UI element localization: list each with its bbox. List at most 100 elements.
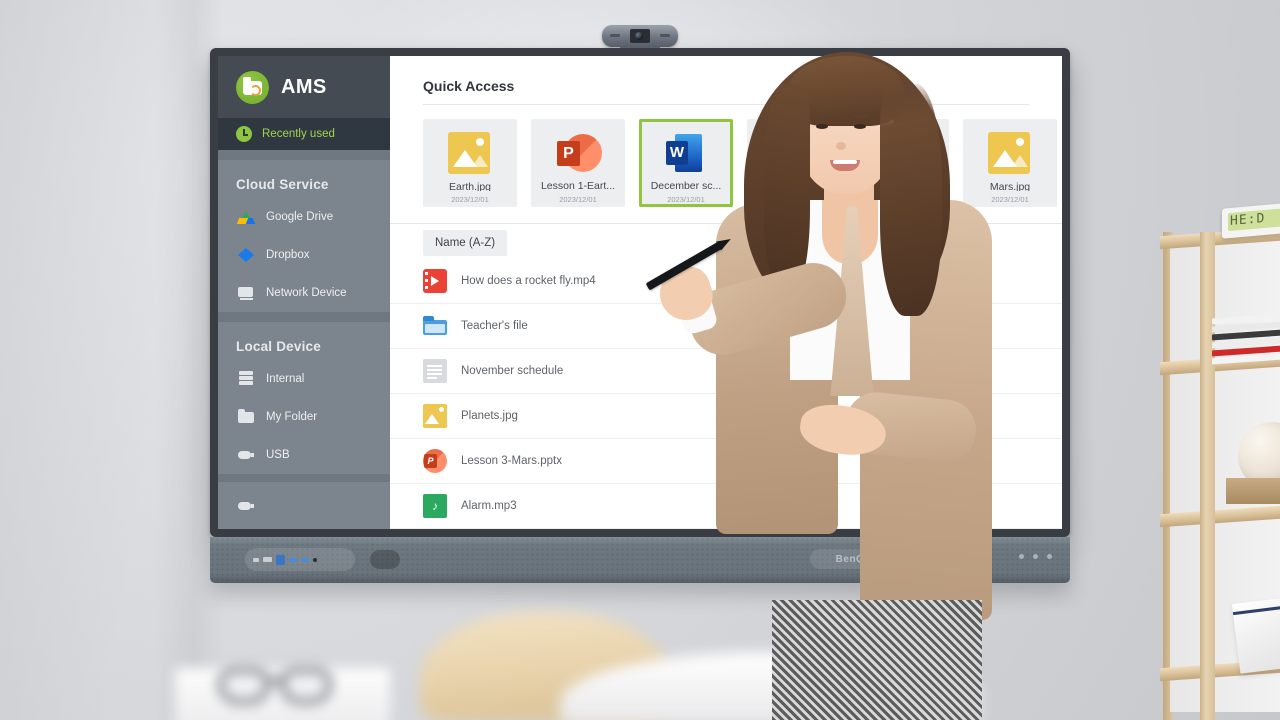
usb-b-port-icon [276, 554, 285, 565]
microphone-right-icon [660, 34, 670, 37]
hdmi-port-icon [263, 557, 272, 562]
tile-date: 2023/12/01 [451, 194, 489, 204]
brand-logo: BenQ [810, 549, 890, 569]
bookshelf: HE:D [1160, 203, 1280, 720]
usb-icon [238, 446, 255, 463]
display-soundbar-bezel: BenQ [210, 537, 1070, 583]
clock-icon [236, 126, 252, 143]
sidebar-item-label: USB [266, 448, 290, 461]
camera-lens-icon [630, 29, 650, 43]
table-row[interactable]: November schedule 8.2 KB [390, 349, 1062, 394]
file-name: November schedule [461, 364, 564, 377]
table-row[interactable]: P Lesson 3-Mars.pptx [390, 439, 1062, 484]
usb-port-icon [289, 557, 297, 562]
sidebar-item-usb[interactable]: USB [218, 436, 390, 474]
file-size: 23.6 KB [748, 499, 788, 512]
quick-access-tile[interactable]: Earth.jpg 2023/12/01 [423, 118, 517, 207]
sidebar-item-label: Network Device [266, 287, 347, 299]
column-header-name[interactable]: Name (A-Z) [423, 230, 508, 257]
audio-jack-icon [313, 557, 317, 562]
screen: AMS Recently used Cloud Service Google D… [218, 56, 1062, 529]
file-time: 2023 [800, 274, 825, 287]
audio-file-icon: ♪ [423, 493, 447, 518]
camera-videobar [602, 25, 678, 47]
quick-access-tile[interactable]: Astronauts.jpg 2023/12/01 [747, 118, 841, 207]
shelf-books-upper [1212, 313, 1280, 365]
sidebar-bottom-divider [218, 473, 390, 483]
sidebar-item-recently-used[interactable]: Recently used [218, 118, 390, 151]
folder-icon [423, 314, 447, 338]
quick-access-tiles: Earth.jpg 2023/12/01 P Lesson 1-Eart... … [390, 105, 1062, 223]
microphone-left-icon [610, 34, 620, 37]
tile-name: Lesson 2-Astr... [865, 179, 939, 191]
interactive-flat-panel-display: AMS Recently used Cloud Service Google D… [210, 48, 1070, 537]
tile-date: 2023/12/01 [775, 191, 813, 201]
main-panel: Quick Access Earth.jpg 2023/12/01 P Less… [390, 56, 1062, 529]
file-name: Alarm.mp3 [461, 499, 517, 512]
file-name: How does a rocket fly.mp4 [461, 274, 596, 287]
table-row[interactable]: ♪ Alarm.mp3 23.6 KB [390, 484, 1062, 529]
image-file-icon [448, 131, 492, 174]
sidebar-item-internal[interactable]: Internal [218, 360, 390, 398]
ams-folder-fingerprint-icon [236, 70, 269, 104]
shelf-post-front [1200, 232, 1215, 720]
tile-name: Earth.jpg [448, 180, 492, 191]
usb-port-icon [301, 557, 309, 562]
app-title: AMS [281, 75, 327, 98]
file-time: 20 [800, 319, 813, 332]
file-list: How does a rocket fly.mp4 20 MB 2023 Tea… [390, 259, 1062, 529]
tile-date: 2023/12/01 [991, 194, 1029, 204]
file-name: Lesson 3-Mars.pptx [461, 454, 562, 467]
quick-access-tile[interactable]: P Lesson 1-Eart... 2023/12/01 [531, 118, 625, 207]
column-header-time[interactable]: T [788, 230, 820, 257]
sidebar-item-dropbox[interactable]: Dropbox [218, 236, 390, 274]
sidebar-divider [218, 311, 390, 322]
usb-icon [238, 497, 255, 514]
network-device-icon [238, 285, 255, 302]
clock-display: HE:D [1228, 208, 1280, 232]
tile-date: 2023/12/01 [667, 194, 705, 204]
sidebar-item-label: Recently used [262, 128, 335, 141]
tile-name: Astronauts.jpg [760, 175, 828, 188]
table-row[interactable]: Planets.jpg [390, 394, 1062, 439]
sidebar-item-usb-bottom[interactable] [218, 482, 390, 529]
port-cluster[interactable] [245, 548, 355, 571]
file-name: Teacher's file [461, 319, 528, 332]
sidebar-item-google-drive[interactable]: Google Drive [218, 198, 390, 236]
quick-access-title: Quick Access [423, 78, 515, 94]
quick-access-tile-selected[interactable]: W December sc... 2023/12/01 [639, 118, 733, 207]
internal-storage-icon [238, 370, 255, 387]
tile-name: Mars.jpg [989, 180, 1031, 191]
app-sidebar: AMS Recently used Cloud Service Google D… [218, 56, 390, 529]
column-header-size[interactable]: Size [728, 230, 775, 257]
file-name: Planets.jpg [461, 409, 518, 422]
quick-access-tile[interactable]: Mars.jpg 2023/12/01 [963, 118, 1057, 207]
google-drive-icon [238, 209, 256, 226]
photo-thumbnail-icon [771, 138, 817, 169]
table-row[interactable]: Teacher's file 12 MB 20 [390, 304, 1062, 349]
port-icon [253, 557, 259, 562]
file-list-header: Name (A-Z) Size T [390, 228, 1062, 259]
tile-date: 2023/12/01 [559, 194, 597, 204]
image-file-icon [988, 131, 1032, 174]
document-file-icon [423, 358, 447, 383]
sidebar-item-my-folder[interactable]: My Folder [218, 398, 390, 436]
tile-name: Lesson 1-Eart... [540, 179, 616, 191]
table-row[interactable]: How does a rocket fly.mp4 20 MB 2023 [390, 259, 1062, 304]
sidebar-item-network-device[interactable]: Network Device [218, 274, 390, 312]
sidebar-item-label: My Folder [266, 410, 318, 423]
sidebar-item-label: Google Drive [266, 211, 334, 224]
sidebar-header: AMS [218, 56, 390, 119]
quick-access-tile[interactable]: P Lesson 2-Astr... 2023/12/01 [855, 118, 949, 207]
tile-date: 2023/12/01 [883, 194, 921, 204]
powerpoint-file-icon: P [423, 448, 447, 473]
file-size: 8.2 KB [754, 364, 788, 377]
image-file-icon [423, 403, 447, 428]
sidebar-divider [218, 150, 390, 161]
word-file-icon: W [664, 132, 708, 173]
sidebar-section-local-device: Local Device [236, 338, 321, 354]
powerpoint-file-icon: P [880, 132, 926, 173]
folder-icon [238, 408, 255, 425]
speaker-grill [370, 550, 400, 569]
indicator-dots [1019, 554, 1052, 559]
